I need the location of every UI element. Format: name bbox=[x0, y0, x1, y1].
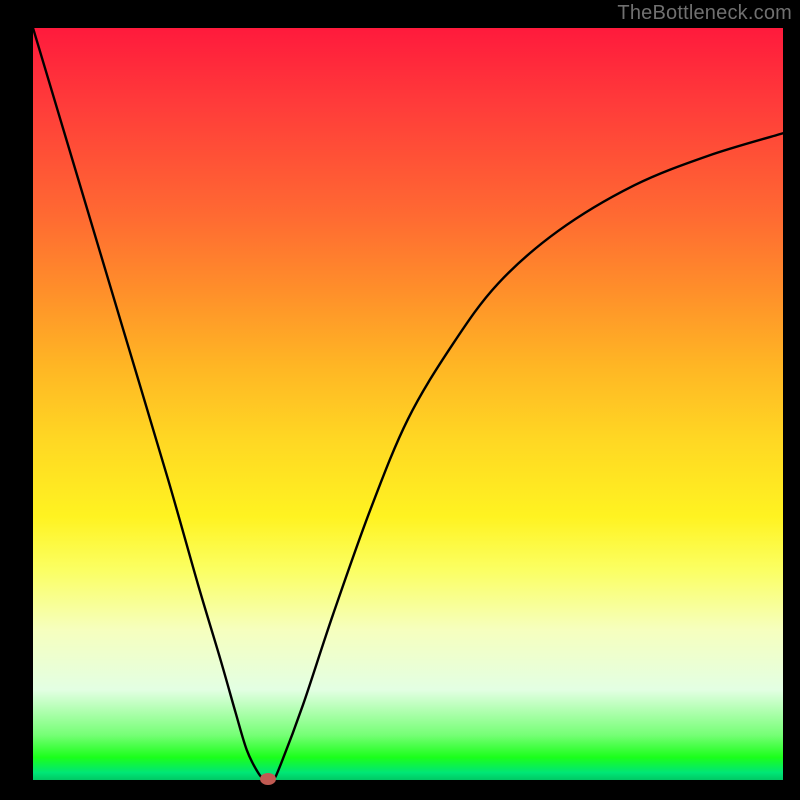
chart-frame: TheBottleneck.com bbox=[0, 0, 800, 800]
min-marker-icon bbox=[260, 773, 276, 785]
bottleneck-curve bbox=[33, 28, 783, 780]
attribution-text: TheBottleneck.com bbox=[617, 2, 792, 25]
curve-layer bbox=[33, 28, 783, 780]
plot-area bbox=[33, 28, 783, 780]
